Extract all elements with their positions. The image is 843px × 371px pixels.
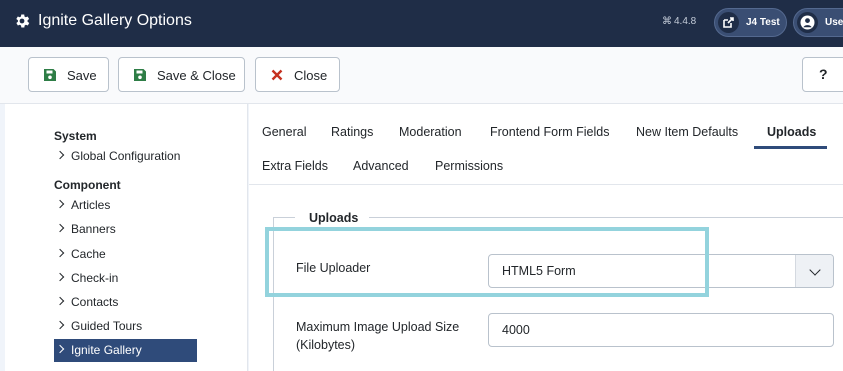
chevron-right-icon	[55, 199, 65, 209]
floppy-disk-icon	[134, 69, 146, 81]
chevron-right-icon	[55, 320, 65, 330]
sidebar-item-label: Cache	[71, 247, 106, 261]
max-upload-size-value: 4000	[502, 323, 530, 337]
max-upload-size-label-line1: Maximum Image Upload Size	[296, 320, 460, 334]
tab-permissions[interactable]: Permissions	[435, 159, 503, 173]
chevron-right-icon	[55, 223, 65, 233]
tab-ratings[interactable]: Ratings	[331, 125, 373, 139]
sidebar-item-cache[interactable]: Cache	[54, 243, 197, 266]
external-link-icon	[718, 12, 739, 33]
chevron-right-icon	[55, 296, 65, 306]
sidebar-item-label: Contacts	[71, 295, 119, 309]
app-header: Ignite Gallery Options ⌘ 4.4.8 J4 Test Us…	[0, 0, 843, 47]
help-label: ?	[819, 66, 828, 82]
toolbar: Save Save & Close Close ?	[0, 47, 843, 104]
system-heading: System	[54, 129, 97, 143]
chevron-right-icon	[55, 344, 65, 354]
site-link-button[interactable]: J4 Test	[714, 8, 787, 37]
help-button[interactable]: ?	[802, 57, 843, 92]
tab-new-item-defaults[interactable]: New Item Defaults	[636, 125, 738, 139]
component-heading: Component	[54, 178, 121, 192]
sidebar-item-label: Check-in	[71, 271, 119, 285]
sidebar-item-guided-tours[interactable]: Guided Tours	[54, 315, 197, 338]
floppy-disk-icon	[44, 69, 56, 81]
page-title: Ignite Gallery Options	[38, 12, 192, 29]
save-button[interactable]: Save	[28, 57, 109, 92]
sidebar-item-banners[interactable]: Banners	[54, 218, 197, 241]
user-circle-icon	[797, 12, 818, 33]
site-link-label: J4 Test	[746, 17, 780, 28]
file-uploader-select[interactable]: HTML5 Form	[488, 254, 834, 288]
chevron-right-icon	[55, 272, 65, 282]
sidebar-edge	[0, 104, 5, 371]
save-label: Save	[67, 68, 97, 83]
version-label: ⌘ 4.4.8	[662, 16, 696, 27]
file-uploader-value: HTML5 Form	[502, 264, 576, 278]
active-tab-indicator	[754, 146, 827, 149]
tab-bar: General Ratings Moderation Frontend Form…	[249, 104, 843, 185]
sidebar-item-contacts[interactable]: Contacts	[54, 291, 197, 314]
tab-advanced[interactable]: Advanced	[353, 159, 409, 173]
chevron-right-icon	[55, 150, 65, 160]
max-upload-size-input[interactable]: 4000	[488, 313, 834, 347]
tab-uploads[interactable]: Uploads	[767, 125, 816, 139]
tab-general[interactable]: General	[262, 125, 306, 139]
fieldset-border	[273, 217, 274, 371]
sidebar-item-label: Global Configuration	[71, 149, 181, 163]
joomla-icon: ⌘	[662, 16, 672, 27]
fieldset-border	[273, 217, 295, 218]
sidebar-item-label: Guided Tours	[71, 319, 143, 333]
file-uploader-label: File Uploader	[296, 261, 371, 275]
sidebar-item-ignite-gallery[interactable]: Ignite Gallery	[54, 339, 197, 362]
chevron-down-icon	[809, 264, 821, 276]
x-icon	[271, 69, 283, 81]
max-upload-size-label-line2: (Kilobytes)	[296, 338, 356, 352]
sidebar-item-check-in[interactable]: Check-in	[54, 267, 197, 290]
fieldset-border	[369, 217, 843, 218]
sidebar-item-label: Banners	[71, 222, 116, 236]
tab-extra-fields[interactable]: Extra Fields	[262, 159, 328, 173]
close-button[interactable]: Close	[255, 57, 340, 92]
options-sidebar: System Global Configuration Component Ar…	[0, 104, 248, 371]
max-upload-size-label: Maximum Image Upload Size (Kilobytes)	[296, 318, 459, 354]
chevron-right-icon	[55, 248, 65, 258]
select-caret	[795, 255, 833, 287]
options-panel: General Ratings Moderation Frontend Form…	[249, 104, 843, 371]
save-close-button[interactable]: Save & Close	[118, 57, 245, 92]
user-menu-button[interactable]: User	[793, 8, 843, 37]
sidebar-item-global-configuration[interactable]: Global Configuration	[54, 145, 197, 168]
save-close-label: Save & Close	[157, 68, 236, 83]
gear-icon	[16, 14, 30, 28]
sidebar-item-articles[interactable]: Articles	[54, 194, 197, 217]
close-label: Close	[294, 68, 328, 83]
tab-moderation[interactable]: Moderation	[399, 125, 462, 139]
sidebar-item-label: Articles	[71, 198, 111, 212]
tab-frontend-form-fields[interactable]: Frontend Form Fields	[490, 125, 609, 139]
version-number: 4.4.8	[674, 16, 697, 27]
uploads-legend: Uploads	[309, 211, 359, 225]
user-menu-label: User	[825, 17, 843, 28]
sidebar-item-label: Ignite Gallery	[71, 343, 142, 357]
